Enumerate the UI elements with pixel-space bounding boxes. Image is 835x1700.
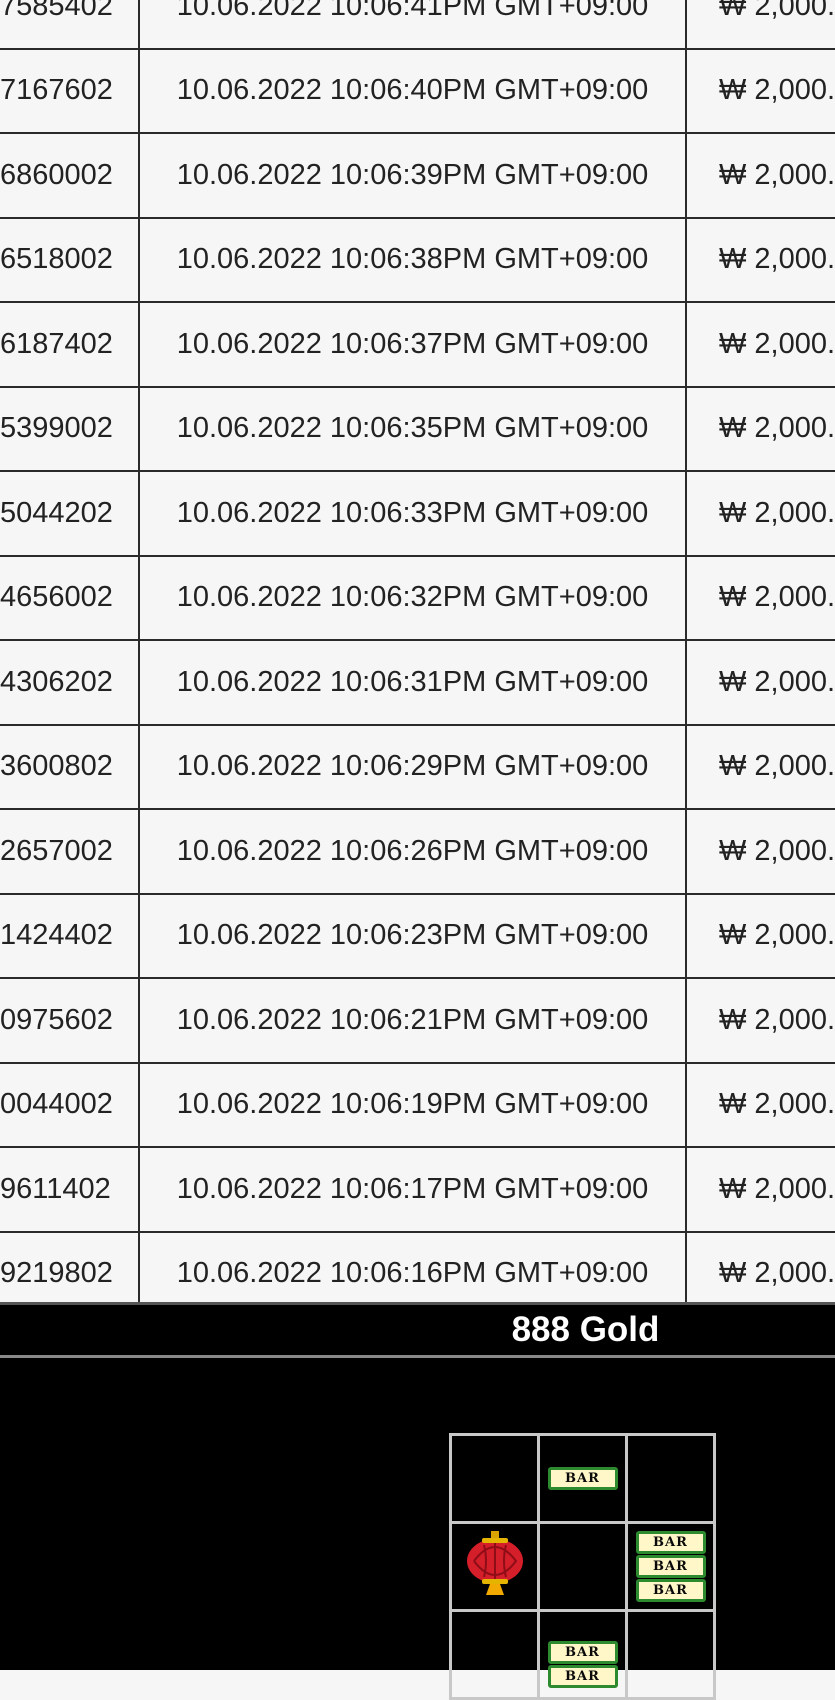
amount-cell: ₩ 2,000.0 <box>685 1146 835 1233</box>
table-row: 7167602 10.06.2022 10:06:40PM GMT+09:00 ₩ … <box>0 47 835 134</box>
bar-label: BAR <box>635 1531 706 1554</box>
timestamp-cell: 10.06.2022 10:06:38PM GMT+09:00 <box>138 216 687 303</box>
timestamp-cell: 10.06.2022 10:06:17PM GMT+09:00 <box>138 1146 687 1233</box>
round-id-cell: 5044202 <box>0 470 140 557</box>
table-row: 4306202 10.06.2022 10:06:31PM GMT+09:00 ₩ … <box>0 639 835 726</box>
round-id-cell: 1424402 <box>0 892 140 979</box>
table-row: 6860002 10.06.2022 10:06:39PM GMT+09:00 ₩ … <box>0 132 835 219</box>
reel-cell: BAR BAR BAR <box>625 1521 716 1612</box>
amount-cell: ₩ 2,000.0 <box>685 1061 835 1148</box>
timestamp-cell: 10.06.2022 10:06:26PM GMT+09:00 <box>138 808 687 895</box>
table-row: 0975602 10.06.2022 10:06:21PM GMT+09:00 ₩ … <box>0 977 835 1064</box>
reel-cell <box>449 1433 540 1524</box>
bar-label: BAR <box>547 1664 618 1688</box>
round-history-table: 7585402 10.06.2022 10:06:41PM GMT+09:00 ₩ … <box>0 0 835 1317</box>
amount-cell: ₩ 2,000.0 <box>685 892 835 979</box>
table-row: 1424402 10.06.2022 10:06:23PM GMT+09:00 ₩ … <box>0 892 835 979</box>
reel-cell: BAR <box>537 1433 628 1524</box>
table-row: 5044202 10.06.2022 10:06:33PM GMT+09:00 ₩ … <box>0 470 835 557</box>
reel-cell <box>625 1609 716 1700</box>
table-row: 9611402 10.06.2022 10:06:17PM GMT+09:00 ₩ … <box>0 1146 835 1233</box>
timestamp-cell: 10.06.2022 10:06:35PM GMT+09:00 <box>138 385 687 472</box>
table-row: 3600802 10.06.2022 10:06:29PM GMT+09:00 ₩ … <box>0 723 835 810</box>
timestamp-cell: 10.06.2022 10:06:31PM GMT+09:00 <box>138 639 687 726</box>
reel-cell <box>449 1609 540 1700</box>
round-id-cell: 6187402 <box>0 301 140 388</box>
timestamp-cell: 10.06.2022 10:06:29PM GMT+09:00 <box>138 723 687 810</box>
timestamp-cell: 10.06.2022 10:06:21PM GMT+09:00 <box>138 977 687 1064</box>
amount-cell: ₩ 2,000.0 <box>685 216 835 303</box>
round-id-cell: 4656002 <box>0 554 140 641</box>
amount-cell: ₩ 2,000.0 <box>685 470 835 557</box>
amount-cell: ₩ 2,000.0 <box>685 723 835 810</box>
lantern-icon <box>464 1531 526 1595</box>
round-id-cell: 3600802 <box>0 723 140 810</box>
amount-cell: ₩ 2,000.0 <box>685 808 835 895</box>
table-row: 0044002 10.06.2022 10:06:19PM GMT+09:00 ₩ … <box>0 1061 835 1148</box>
table-row: 4656002 10.06.2022 10:06:32PM GMT+09:00 ₩ … <box>0 554 835 641</box>
timestamp-cell: 10.06.2022 10:06:37PM GMT+09:00 <box>138 301 687 388</box>
round-id-cell: 9611402 <box>0 1146 140 1233</box>
reel-cell <box>625 1433 716 1524</box>
timestamp-cell: 10.06.2022 10:06:19PM GMT+09:00 <box>138 1061 687 1148</box>
bar-label: BAR <box>547 1640 618 1664</box>
timestamp-cell: 10.06.2022 10:06:39PM GMT+09:00 <box>138 132 687 219</box>
table-row: 2657002 10.06.2022 10:06:26PM GMT+09:00 ₩ … <box>0 808 835 895</box>
amount-cell: ₩ 2,000.0 <box>685 554 835 641</box>
bar-label: BAR <box>635 1555 706 1578</box>
round-id-cell: 5399002 <box>0 385 140 472</box>
amount-cell: ₩ 2,000.0 <box>685 977 835 1064</box>
table-row: 5399002 10.06.2022 10:06:35PM GMT+09:00 ₩ … <box>0 385 835 472</box>
game-area: BAR BAR BAR BAR BAR BAR <box>0 1358 835 1700</box>
round-id-cell: 6518002 <box>0 216 140 303</box>
timestamp-cell: 10.06.2022 10:06:41PM GMT+09:00 <box>138 0 687 50</box>
timestamp-cell: 10.06.2022 10:06:33PM GMT+09:00 <box>138 470 687 557</box>
table-row: 6187402 10.06.2022 10:06:37PM GMT+09:00 ₩ … <box>0 301 835 388</box>
bar-symbol-icon: BAR BAR <box>540 1640 625 1688</box>
reel-grid: BAR BAR BAR BAR BAR BAR <box>449 1433 716 1700</box>
round-id-cell: 6860002 <box>0 132 140 219</box>
game-title-bar: 888 Gold <box>0 1302 835 1358</box>
round-history-body: 7585402 10.06.2022 10:06:41PM GMT+09:00 ₩ … <box>0 0 835 1317</box>
timestamp-cell: 10.06.2022 10:06:23PM GMT+09:00 <box>138 892 687 979</box>
amount-cell: ₩ 2,000.0 <box>685 0 835 50</box>
bar-label: BAR <box>635 1579 706 1602</box>
amount-cell: ₩ 2,000.0 <box>685 132 835 219</box>
amount-cell: ₩ 2,000.0 <box>685 639 835 726</box>
round-id-cell: 0044002 <box>0 1061 140 1148</box>
reel-cell <box>537 1521 628 1612</box>
bar-symbol-icon: BAR BAR BAR <box>628 1531 713 1602</box>
reel-row: BAR BAR BAR <box>449 1521 716 1612</box>
amount-cell: ₩ 2,000.0 <box>685 301 835 388</box>
table-row: 7585402 10.06.2022 10:06:41PM GMT+09:00 ₩ … <box>0 0 835 50</box>
reel-row: BAR <box>449 1433 716 1524</box>
reel-row: BAR BAR <box>449 1609 716 1700</box>
amount-cell: ₩ 2,000.0 <box>685 385 835 472</box>
timestamp-cell: 10.06.2022 10:06:40PM GMT+09:00 <box>138 47 687 134</box>
bar-symbol-icon: BAR <box>540 1467 625 1490</box>
round-id-cell: 4306202 <box>0 639 140 726</box>
round-id-cell: 2657002 <box>0 808 140 895</box>
round-id-cell: 7585402 <box>0 0 140 50</box>
round-id-cell: 0975602 <box>0 977 140 1064</box>
reel-cell <box>449 1521 540 1612</box>
round-id-cell: 7167602 <box>0 47 140 134</box>
timestamp-cell: 10.06.2022 10:06:32PM GMT+09:00 <box>138 554 687 641</box>
bar-label: BAR <box>547 1467 618 1490</box>
reel-cell: BAR BAR <box>537 1609 628 1700</box>
amount-cell: ₩ 2,000.0 <box>685 47 835 134</box>
game-title: 888 Gold <box>511 1310 660 1349</box>
table-row: 6518002 10.06.2022 10:06:38PM GMT+09:00 ₩ … <box>0 216 835 303</box>
